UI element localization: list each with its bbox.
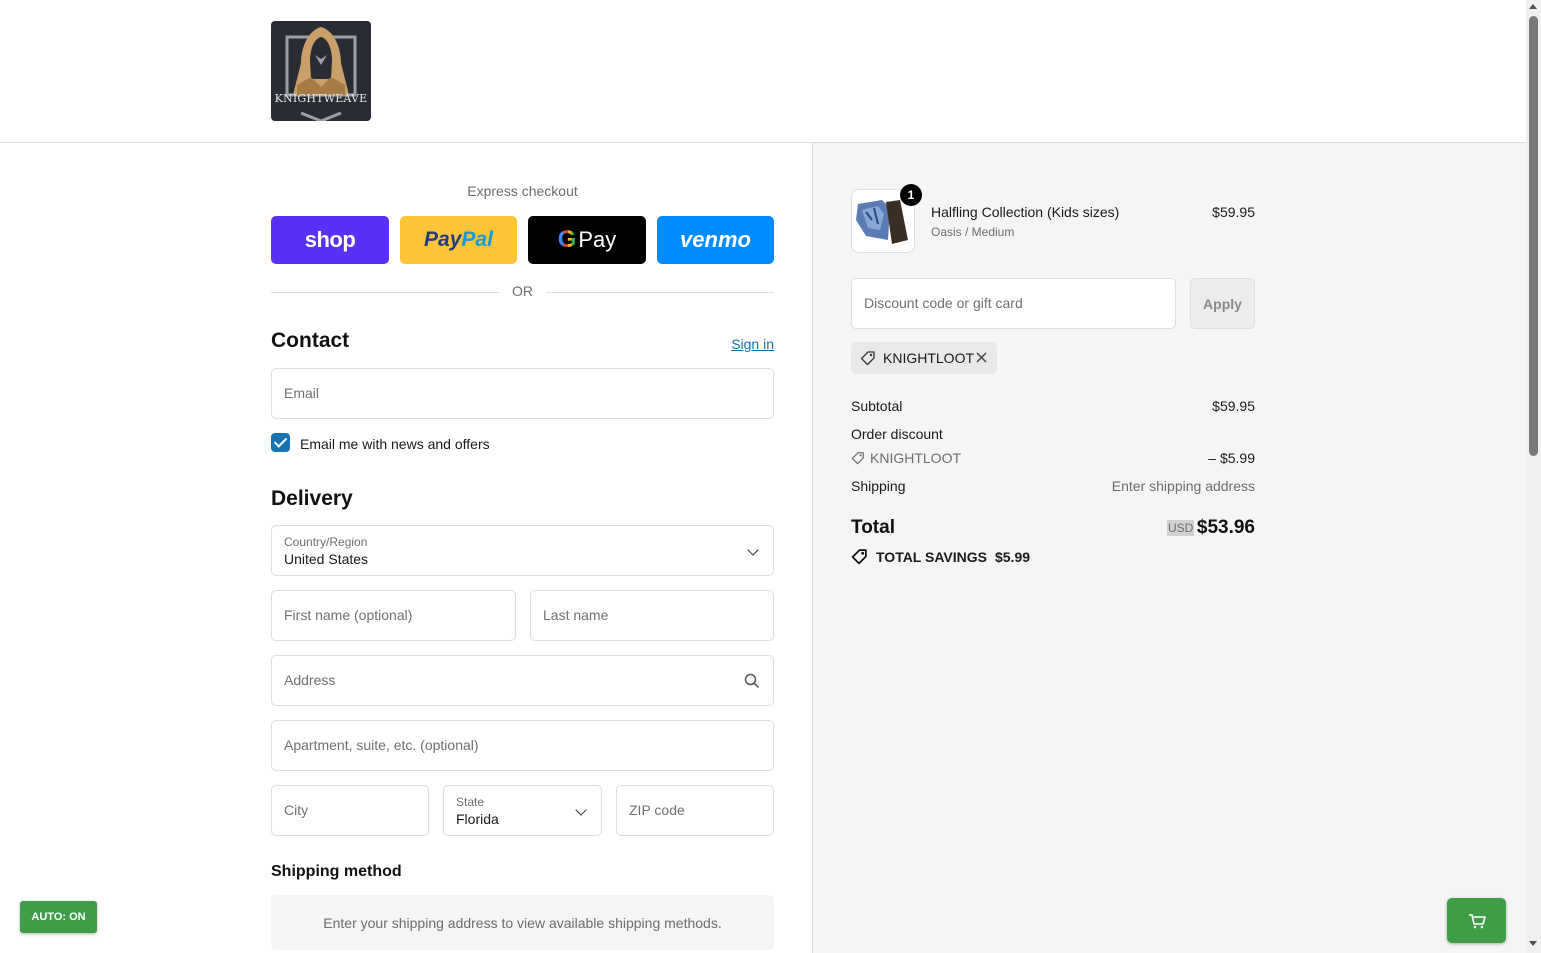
apartment-placeholder: Apartment, suite, etc. (optional) <box>284 737 479 753</box>
chevron-down-icon <box>575 804 587 816</box>
scroll-up-arrow-icon[interactable] <box>1529 4 1537 9</box>
product-variant: Oasis / Medium <box>931 225 1015 239</box>
apartment-field[interactable]: Apartment, suite, etc. (optional) <box>271 720 774 771</box>
sign-in-link[interactable]: Sign in <box>731 336 774 352</box>
email-field[interactable]: Email <box>271 368 774 419</box>
address-placeholder: Address <box>284 672 336 688</box>
header: KNIGHTWEAVE <box>0 0 1526 143</box>
divider-line-right <box>546 292 774 293</box>
product-name: Halfling Collection (Kids sizes) <box>931 204 1120 220</box>
country-select[interactable]: Country/Region United States <box>271 525 774 576</box>
email-placeholder: Email <box>284 385 320 401</box>
cart-icon <box>1468 913 1486 928</box>
discount-code-name: KNIGHTLOOT <box>870 450 962 466</box>
total-value: $53.96 <box>1196 517 1255 538</box>
state-value: Florida <box>456 811 499 827</box>
page-scrollbar[interactable] <box>1526 0 1541 953</box>
shop-pay-label: shop <box>304 227 356 252</box>
brand-logo-text: KNIGHTWEAVE <box>274 92 368 105</box>
product-price: $59.95 <box>1212 204 1255 220</box>
currency-code: USD <box>1167 520 1195 536</box>
total-savings-value: $5.99 <box>994 548 1031 565</box>
newsletter-checkbox[interactable] <box>271 433 290 452</box>
city-field[interactable]: City <box>271 785 429 836</box>
address-field[interactable]: Address <box>271 655 774 706</box>
shipping-value: Enter shipping address <box>1111 478 1255 494</box>
tag-icon <box>851 549 867 565</box>
close-icon[interactable] <box>975 351 988 364</box>
zip-field[interactable]: ZIP code <box>616 785 774 836</box>
or-divider: OR <box>271 283 774 301</box>
paypal-button[interactable]: Pay Pal <box>400 216 517 264</box>
google-g-icon: G <box>557 226 577 253</box>
subtotal-value: $59.95 <box>1212 398 1255 414</box>
order-discount-label: Order discount <box>851 426 943 442</box>
express-checkout-label: Express checkout <box>467 183 578 199</box>
scroll-down-arrow-icon[interactable] <box>1529 941 1537 946</box>
city-placeholder: City <box>284 802 309 818</box>
chevron-down-icon <box>747 544 759 556</box>
cart-button[interactable] <box>1447 898 1506 943</box>
last-name-placeholder: Last name <box>543 607 609 623</box>
or-text: OR <box>512 283 533 299</box>
quantity-badge: 1 <box>900 184 922 206</box>
shipping-method-message: Enter your shipping address to view avai… <box>271 895 774 950</box>
shipping-method-heading: Shipping method <box>271 863 402 880</box>
total-savings: TOTAL SAVINGS $5.99 <box>851 548 1030 565</box>
hooded-knight-icon <box>285 27 357 121</box>
state-select[interactable]: State Florida <box>443 785 602 836</box>
paypal-label-part1: Pay <box>424 228 462 251</box>
total-label: Total <box>851 517 895 538</box>
country-value: United States <box>284 551 369 567</box>
google-pay-button[interactable]: G Pay <box>528 216 646 264</box>
discount-code-row: KNIGHTLOOT <box>851 450 961 466</box>
discount-code-field[interactable]: Discount code or gift card <box>851 278 1176 329</box>
last-name-field[interactable]: Last name <box>530 590 774 641</box>
search-icon[interactable] <box>744 673 760 689</box>
google-pay-label: Pay <box>578 227 617 252</box>
zip-placeholder: ZIP code <box>629 802 685 818</box>
applied-discount-chip: KNIGHTLOOT <box>851 342 997 374</box>
shipping-label: Shipping <box>851 478 906 494</box>
contact-heading: Contact <box>271 329 350 352</box>
applied-discount-code: KNIGHTLOOT <box>883 350 975 366</box>
venmo-button[interactable]: venmo <box>657 216 774 264</box>
scrollbar-thumb[interactable] <box>1529 16 1538 456</box>
discount-amount: – $5.99 <box>1208 450 1255 466</box>
tag-icon <box>860 351 875 366</box>
country-label: Country/Region <box>284 535 368 549</box>
brand-logo[interactable]: KNIGHTWEAVE <box>271 21 371 121</box>
discount-code-placeholder: Discount code or gift card <box>864 295 1023 311</box>
paypal-label-part2: Pal <box>461 228 493 251</box>
total-savings-label: TOTAL SAVINGS <box>876 548 987 565</box>
subtotal-label: Subtotal <box>851 398 903 414</box>
shop-pay-button[interactable]: shop <box>271 216 389 264</box>
venmo-label: venmo <box>680 227 751 252</box>
apply-discount-button[interactable]: Apply <box>1190 278 1255 329</box>
first-name-placeholder: First name (optional) <box>284 607 413 623</box>
state-label: State <box>456 795 485 809</box>
first-name-field[interactable]: First name (optional) <box>271 590 516 641</box>
newsletter-label: Email me with news and offers <box>300 436 490 452</box>
delivery-heading: Delivery <box>271 487 353 510</box>
auto-toggle-button[interactable]: AUTO: ON <box>20 901 97 933</box>
tag-icon <box>851 452 864 465</box>
